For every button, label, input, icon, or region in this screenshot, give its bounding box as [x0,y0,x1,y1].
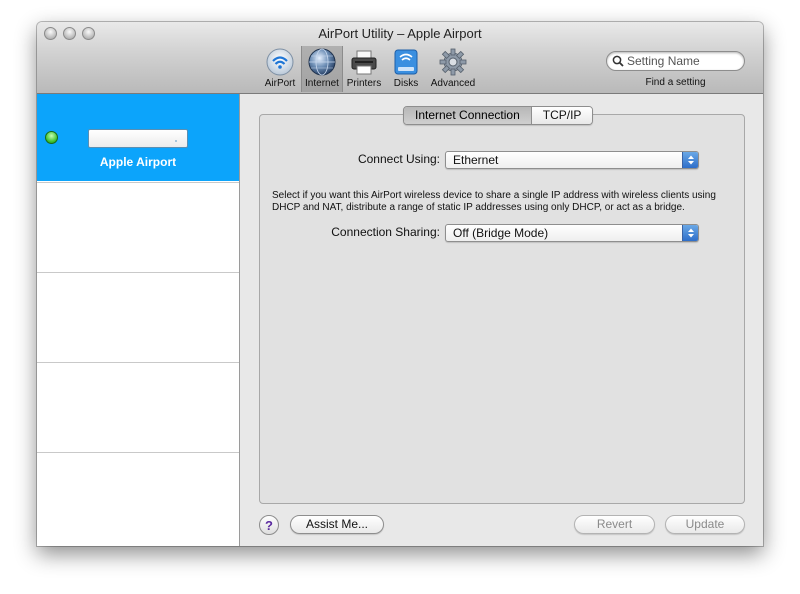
connection-sharing-popup[interactable]: Off (Bridge Mode) [445,224,699,242]
airport-device-icon [88,129,188,148]
status-indicator-icon [45,131,58,144]
sidebar-item-apple-airport[interactable]: Apple Airport [37,94,239,181]
search-caption: Find a setting [645,77,706,88]
popup-arrows-icon [682,152,698,168]
airport-wifi-icon [266,48,294,76]
toolbar-disks[interactable]: Disks [385,48,427,92]
sidebar-empty-slot [37,272,239,362]
disk-icon [394,49,418,75]
connect-using-popup[interactable]: Ethernet [445,151,699,169]
toolbar-airport[interactable]: AirPort [259,48,301,92]
toolbar-airport-label: AirPort [264,78,296,89]
search-icon [612,55,624,67]
toolbar-disks-label: Disks [393,78,419,89]
tab-internet-connection[interactable]: Internet Connection [404,107,532,124]
connection-sharing-description: Select if you want this AirPort wireless… [272,190,716,213]
connect-using-value: Ethernet [453,153,499,167]
help-icon: ? [265,517,273,533]
window-title: AirPort Utility – Apple Airport [318,26,482,41]
toolbar-internet-label: Internet [305,78,339,89]
tab-tcp-ip[interactable]: TCP/IP [531,107,593,124]
setting-search[interactable] [606,51,745,71]
toolbar-advanced-label: Advanced [430,78,476,89]
printer-icon [351,50,377,75]
popup-arrows-icon [682,225,698,241]
connection-sharing-value: Off (Bridge Mode) [453,226,549,240]
connect-using-label: Connect Using: [357,152,440,166]
update-button[interactable]: Update [665,515,745,534]
toolbar-advanced[interactable]: Advanced [427,48,479,92]
toolbar-printers[interactable]: Printers [343,48,385,92]
search-input[interactable] [627,54,739,68]
airport-utility-window: AirPort Utility – Apple Airport AirPort [37,22,763,546]
device-name: Apple Airport [99,155,177,169]
sidebar-empty-slot [37,452,239,542]
globe-icon [308,48,336,76]
sidebar-empty-slot [37,182,239,272]
toolbar: AirPort Utility – Apple Airport AirPort [37,22,763,94]
toolbar-internet[interactable]: Internet [301,46,343,92]
help-button[interactable]: ? [259,515,279,535]
assist-me-button[interactable]: Assist Me... [290,515,384,534]
settings-panel [259,114,745,504]
toolbar-printers-label: Printers [346,78,382,89]
tab-group: Internet Connection TCP/IP [403,106,594,125]
connection-sharing-label: Connection Sharing: [331,225,440,239]
revert-button[interactable]: Revert [574,515,655,534]
toolbar-items: AirPort Internet Printers Disks Advanced [259,46,479,92]
gear-icon [439,48,467,76]
sidebar-empty-slot [37,362,239,452]
device-sidebar: Apple Airport [37,94,240,546]
